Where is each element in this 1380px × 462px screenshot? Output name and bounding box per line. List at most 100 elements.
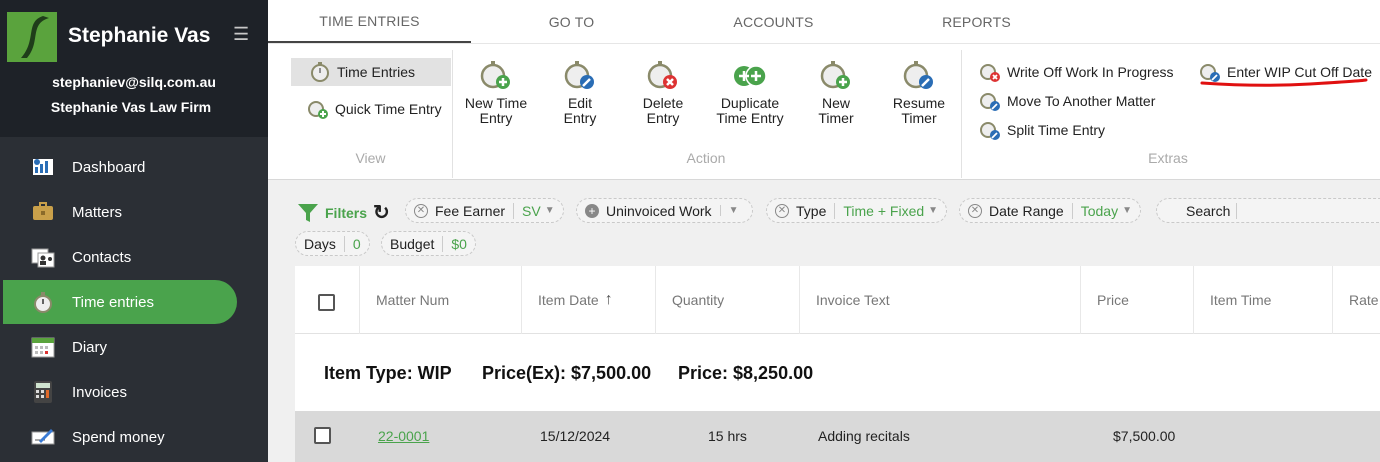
briefcase-icon <box>31 200 55 224</box>
filter-chip-date-range[interactable]: ✕ Date Range Today ▼ <box>959 198 1141 223</box>
calendar-icon <box>31 335 55 359</box>
chip-label: Uninvoiced Work <box>606 202 712 219</box>
button-label-line1: New <box>821 95 850 111</box>
new-time-entry-button[interactable]: New Time Entry <box>456 60 536 126</box>
quick-time-entry-button[interactable]: Quick Time Entry <box>307 95 442 123</box>
chevron-down-icon[interactable]: ▼ <box>928 205 938 216</box>
menu-icon[interactable]: ☰ <box>233 24 249 45</box>
column-quantity[interactable]: Quantity <box>655 266 799 334</box>
sidebar-item-dashboard[interactable]: Dashboard <box>3 145 237 189</box>
duplicate-time-entry-button[interactable]: Duplicate Time Entry <box>702 60 798 126</box>
button-label-line2: Timer <box>901 110 937 126</box>
sidebar-item-contacts[interactable]: Contacts <box>3 235 237 279</box>
column-rate[interactable]: Rate <box>1332 266 1380 334</box>
chip-label: Budget <box>390 235 435 252</box>
split-time-entry-button[interactable]: Split Time Entry <box>979 116 1105 144</box>
sidebar-item-label: Contacts <box>72 248 132 266</box>
button-label-line1: Resume <box>892 95 946 111</box>
new-timer-button[interactable]: New Timer <box>796 60 876 126</box>
column-item-time[interactable]: Item Time <box>1193 266 1332 334</box>
button-label: Move To Another Matter <box>1007 93 1156 109</box>
button-label-line2: Timer <box>818 110 854 126</box>
tab-time-entries[interactable]: TIME ENTRIES <box>268 0 471 43</box>
calculator-icon <box>31 380 55 404</box>
move-to-another-matter-button[interactable]: Move To Another Matter <box>979 87 1155 115</box>
button-label: Write Off Work In Progress <box>1007 64 1174 80</box>
ribbon-toolbar: Time Entries Quick Time Entry View New T… <box>268 43 1380 180</box>
resume-timer-button[interactable]: Resume Timer <box>879 60 959 126</box>
button-label: Split Time Entry <box>1007 122 1106 138</box>
column-invoice-text[interactable]: Invoice Text <box>799 266 1080 334</box>
sidebar-item-spend-money[interactable]: Spend money <box>3 415 237 459</box>
sort-ascending-icon[interactable]: ↑ <box>605 291 613 309</box>
sidebar-item-time-entries[interactable]: Time entries <box>3 280 237 324</box>
contacts-icon <box>31 245 55 269</box>
filters-label[interactable]: Filters <box>325 205 367 221</box>
app-logo <box>7 12 57 62</box>
stopwatch-delete-icon <box>980 64 1000 82</box>
sidebar: Stephanie Vas ☰ stephaniev@silq.com.au S… <box>0 0 268 462</box>
cheque-icon <box>31 425 55 449</box>
search-filter[interactable]: Search <box>1156 198 1380 223</box>
tab-go-to[interactable]: GO TO <box>504 0 639 43</box>
table-row[interactable]: 22-0001 15/12/2024 15 hrs Adding recital… <box>295 411 1380 462</box>
tab-reports[interactable]: REPORTS <box>909 0 1044 43</box>
stopwatch-add-icon <box>820 61 850 89</box>
remove-filter-icon[interactable]: ✕ <box>775 203 789 218</box>
sidebar-item-invoices[interactable]: Invoices <box>3 370 237 414</box>
stopwatch-edit-icon <box>980 122 1000 140</box>
button-label-line2: Entry <box>479 110 513 126</box>
sidebar-item-matters[interactable]: Matters <box>3 190 237 234</box>
button-label-line2: Time Entry <box>716 110 784 126</box>
user-email: stephaniev@silq.com.au <box>52 74 216 90</box>
button-label-line1: Duplicate <box>720 95 780 111</box>
chevron-down-icon[interactable]: ▼ <box>545 205 555 216</box>
sidebar-item-label: Spend money <box>72 428 165 446</box>
column-matter-num[interactable]: Matter Num <box>359 266 521 334</box>
top-tabs: TIME ENTRIES GO TO ACCOUNTS REPORTS <box>268 0 1380 43</box>
filter-chip-budget[interactable]: Budget $0 <box>381 231 476 256</box>
sidebar-item-diary[interactable]: Diary <box>3 325 237 369</box>
group-separator <box>961 50 962 178</box>
remove-filter-icon[interactable]: ✕ <box>414 203 428 218</box>
add-filter-icon[interactable]: + <box>585 203 599 218</box>
column-price[interactable]: Price <box>1080 266 1193 334</box>
view-time-entries-button[interactable]: Time Entries <box>291 58 451 86</box>
edit-entry-button[interactable]: Edit Entry <box>540 60 620 126</box>
chevron-down-icon[interactable]: ▼ <box>719 205 738 216</box>
table-header: Matter Num Item Date ↑ Quantity Invoice … <box>295 266 1380 334</box>
remove-filter-icon[interactable]: ✕ <box>968 203 982 218</box>
filter-chip-type[interactable]: ✕ Type Time + Fixed ▼ <box>766 198 948 223</box>
column-item-date[interactable]: Item Date ↑ <box>521 266 655 334</box>
group-label-extras: Extras <box>1148 150 1188 166</box>
user-name: Stephanie Vas <box>68 24 211 47</box>
chevron-down-icon[interactable]: ▼ <box>1122 205 1132 216</box>
filter-chip-days[interactable]: Days 0 <box>295 231 370 256</box>
chip-label: Type <box>796 202 827 219</box>
stopwatch-delete-icon <box>647 61 677 89</box>
row-checkbox[interactable] <box>314 427 331 444</box>
red-underline-annotation <box>1200 78 1368 87</box>
write-off-wip-button[interactable]: Write Off Work In Progress <box>979 58 1174 86</box>
quantity-cell: 15 hrs <box>708 428 747 444</box>
refresh-icon[interactable]: ↻ <box>373 200 390 225</box>
stopwatch-add-icon <box>308 101 328 119</box>
tab-accounts[interactable]: ACCOUNTS <box>706 0 841 43</box>
chip-value: Time + Fixed <box>834 202 924 219</box>
group-item-type: Item Type: WIP <box>324 362 452 383</box>
button-label-line1: Edit <box>567 95 593 111</box>
group-summary-row: Item Type: WIP Price(Ex): $7,500.00 Pric… <box>295 335 1380 411</box>
button-label-line2: Entry <box>563 110 597 126</box>
select-all-checkbox[interactable] <box>318 294 335 311</box>
filter-chip-uninvoiced-work[interactable]: + Uninvoiced Work ▼ <box>576 198 753 223</box>
stopwatch-icon <box>31 290 55 314</box>
column-label: Item Date <box>538 292 599 308</box>
chip-value: 0 <box>343 235 361 252</box>
group-separator <box>452 50 453 178</box>
delete-entry-button[interactable]: Delete Entry <box>623 60 703 126</box>
duplicate-icon <box>734 65 767 87</box>
matter-number-link[interactable]: 22-0001 <box>378 428 429 444</box>
stopwatch-edit-icon <box>564 61 594 89</box>
filter-funnel-icon[interactable] <box>297 202 319 224</box>
filter-chip-fee-earner[interactable]: ✕ Fee Earner SV ▼ <box>405 198 564 223</box>
